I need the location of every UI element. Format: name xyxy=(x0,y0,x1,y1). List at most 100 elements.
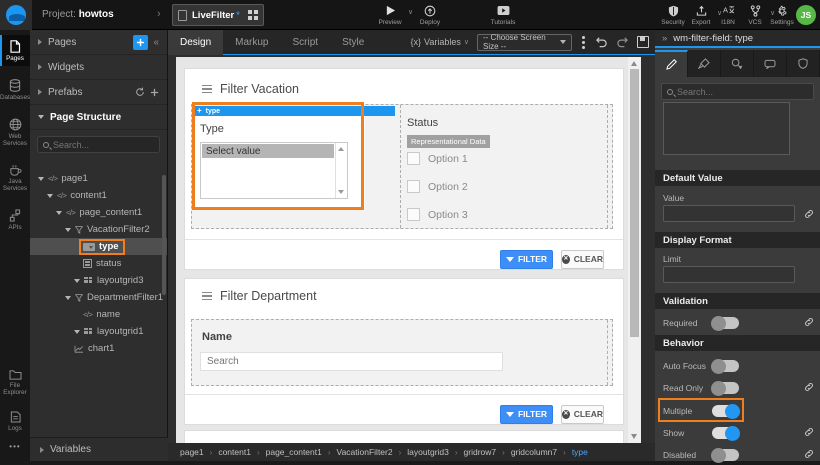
tree-item-departmentfilter1[interactable]: DepartmentFilter1 xyxy=(30,289,167,306)
panel-collapse-icon[interactable] xyxy=(202,292,212,300)
rail-item-apis[interactable]: APIs xyxy=(0,204,30,235)
value-input[interactable] xyxy=(663,205,795,222)
tab-dialogs[interactable] xyxy=(754,50,787,77)
tree-item-content1[interactable]: </>content1 xyxy=(30,187,167,204)
rail-item-web-services[interactable]: Web Services xyxy=(0,113,30,151)
type-filter-field[interactable]: Type Select value xyxy=(195,116,365,209)
app-logo[interactable] xyxy=(0,0,32,30)
section-prefabs[interactable]: Prefabs xyxy=(30,80,167,105)
tab-events[interactable] xyxy=(721,50,754,77)
breadcrumb-item[interactable]: VacationFilter2 xyxy=(337,447,393,457)
pages-grid-icon[interactable] xyxy=(248,10,258,20)
multiple-toggle[interactable] xyxy=(712,405,739,417)
tab-markup[interactable]: Markup xyxy=(223,30,280,55)
tree-item-chart1[interactable]: chart1 xyxy=(30,340,167,357)
bind-icon[interactable] xyxy=(804,382,814,392)
status-option-row[interactable]: Option 1 xyxy=(407,152,468,165)
open-page-tab[interactable]: LiveFilter * xyxy=(172,4,264,26)
property-search-input[interactable] xyxy=(677,87,787,97)
status-option-row[interactable]: Option 2 xyxy=(407,180,468,193)
scroll-up-icon[interactable] xyxy=(631,61,637,66)
listbox-scrollbar[interactable] xyxy=(335,143,347,198)
canvas-scrollbar[interactable] xyxy=(628,57,641,443)
preview-button[interactable]: Preview ∨ xyxy=(368,4,412,26)
breadcrumb-item[interactable]: gridrow7 xyxy=(464,447,497,457)
bind-icon[interactable] xyxy=(804,449,814,459)
required-toggle[interactable] xyxy=(712,317,739,329)
tutorials-button[interactable]: Tutorials xyxy=(481,4,525,26)
variables-button[interactable]: {x} Variables ∨ xyxy=(411,37,470,47)
tree-scrollbar[interactable] xyxy=(162,175,166,295)
tab-design[interactable]: Design xyxy=(168,30,223,55)
tree-search[interactable] xyxy=(37,136,160,153)
panel-collapse-icon[interactable] xyxy=(202,85,212,93)
rail-item-logs[interactable]: Logs xyxy=(0,406,30,436)
section-page-structure[interactable]: Page Structure xyxy=(30,105,167,130)
screen-size-select[interactable]: -- Choose Screen Size -- xyxy=(477,34,572,51)
tree-item-type[interactable]: type xyxy=(30,238,167,255)
rail-item-databases[interactable]: Databases xyxy=(0,74,30,105)
deploy-button[interactable]: Deploy xyxy=(408,4,452,26)
tree-item-layoutgrid1[interactable]: layoutgrid1 xyxy=(30,323,167,340)
rail-item-java-services[interactable]: Java Services xyxy=(0,159,30,196)
bind-icon[interactable] xyxy=(804,427,814,437)
checkbox[interactable] xyxy=(407,152,420,165)
checkbox[interactable] xyxy=(407,180,420,193)
tab-style[interactable]: Style xyxy=(330,30,376,55)
section-variables[interactable]: Variables xyxy=(30,437,168,461)
clear-button[interactable]: ✕ CLEAR xyxy=(561,250,604,269)
clear-button[interactable]: ✕ CLEAR xyxy=(561,405,604,424)
breadcrumb-item[interactable]: layoutgrid3 xyxy=(407,447,449,457)
show-toggle[interactable] xyxy=(712,427,739,439)
bind-icon[interactable] xyxy=(804,209,814,219)
breadcrumb-item[interactable]: content1 xyxy=(218,447,251,457)
property-search[interactable] xyxy=(661,83,814,100)
filter-button[interactable]: FILTER xyxy=(500,250,553,269)
breadcrumb-item[interactable]: page_content1 xyxy=(266,447,322,457)
breadcrumb-item[interactable]: page1 xyxy=(180,447,204,457)
tree-item-page-content1[interactable]: </>page_content1 xyxy=(30,204,167,221)
add-prefab-icon[interactable] xyxy=(150,88,159,97)
tree-item-vacationfilter2[interactable]: VacationFilter2 xyxy=(30,221,167,238)
name-search-input[interactable] xyxy=(200,352,503,371)
type-select-listbox[interactable]: Select value xyxy=(200,142,348,199)
scrollbar-thumb[interactable] xyxy=(630,69,639,337)
section-widgets[interactable]: Widgets xyxy=(30,55,167,80)
breadcrumb-item-current[interactable]: type xyxy=(572,447,588,457)
scroll-up-icon[interactable] xyxy=(338,147,344,151)
tab-script[interactable]: Script xyxy=(281,30,331,55)
tab-styles[interactable] xyxy=(688,50,721,77)
section-pages[interactable]: Pages « xyxy=(30,30,167,55)
undo-icon[interactable] xyxy=(595,36,608,48)
refresh-icon[interactable] xyxy=(135,87,145,97)
rail-item-file-explorer[interactable]: File Explorer xyxy=(0,364,30,400)
collapse-right-panel-icon[interactable]: » xyxy=(662,33,667,44)
redo-icon[interactable] xyxy=(616,36,629,48)
tab-properties[interactable] xyxy=(655,50,688,77)
tree-item-status[interactable]: status xyxy=(30,255,167,272)
tree-item-layoutgrid3[interactable]: layoutgrid3 xyxy=(30,272,167,289)
rail-item-pages[interactable]: Pages xyxy=(0,35,30,66)
user-avatar[interactable]: JS xyxy=(796,5,816,25)
more-options-icon[interactable] xyxy=(580,36,587,49)
collapse-panel-icon[interactable]: « xyxy=(153,37,159,48)
filter-vacation-panel[interactable]: Filter Vacation + type Type Select value xyxy=(184,68,624,270)
filter-department-panel[interactable]: Filter Department Name FILTER ✕ CLEAR xyxy=(184,278,624,425)
auto-focus-toggle[interactable] xyxy=(712,360,739,372)
bind-icon[interactable] xyxy=(804,317,814,327)
limit-input[interactable] xyxy=(663,266,795,283)
breadcrumb-item[interactable]: gridcolumn7 xyxy=(511,447,557,457)
scroll-down-icon[interactable] xyxy=(631,434,637,439)
filter-button[interactable]: FILTER xyxy=(500,405,553,424)
read-only-toggle[interactable] xyxy=(712,382,739,394)
tree-item-name[interactable]: </> name xyxy=(30,306,167,323)
status-option-row[interactable]: Option 3 xyxy=(407,208,468,221)
tab-security[interactable] xyxy=(787,50,820,77)
disabled-toggle[interactable] xyxy=(712,449,739,461)
tree-item-page1[interactable]: </>page1 xyxy=(30,170,167,187)
select-placeholder-option[interactable]: Select value xyxy=(202,144,334,158)
scroll-down-icon[interactable] xyxy=(338,190,344,194)
tree-search-input[interactable] xyxy=(53,140,153,150)
checkbox[interactable] xyxy=(407,208,420,221)
save-icon[interactable] xyxy=(637,36,649,48)
